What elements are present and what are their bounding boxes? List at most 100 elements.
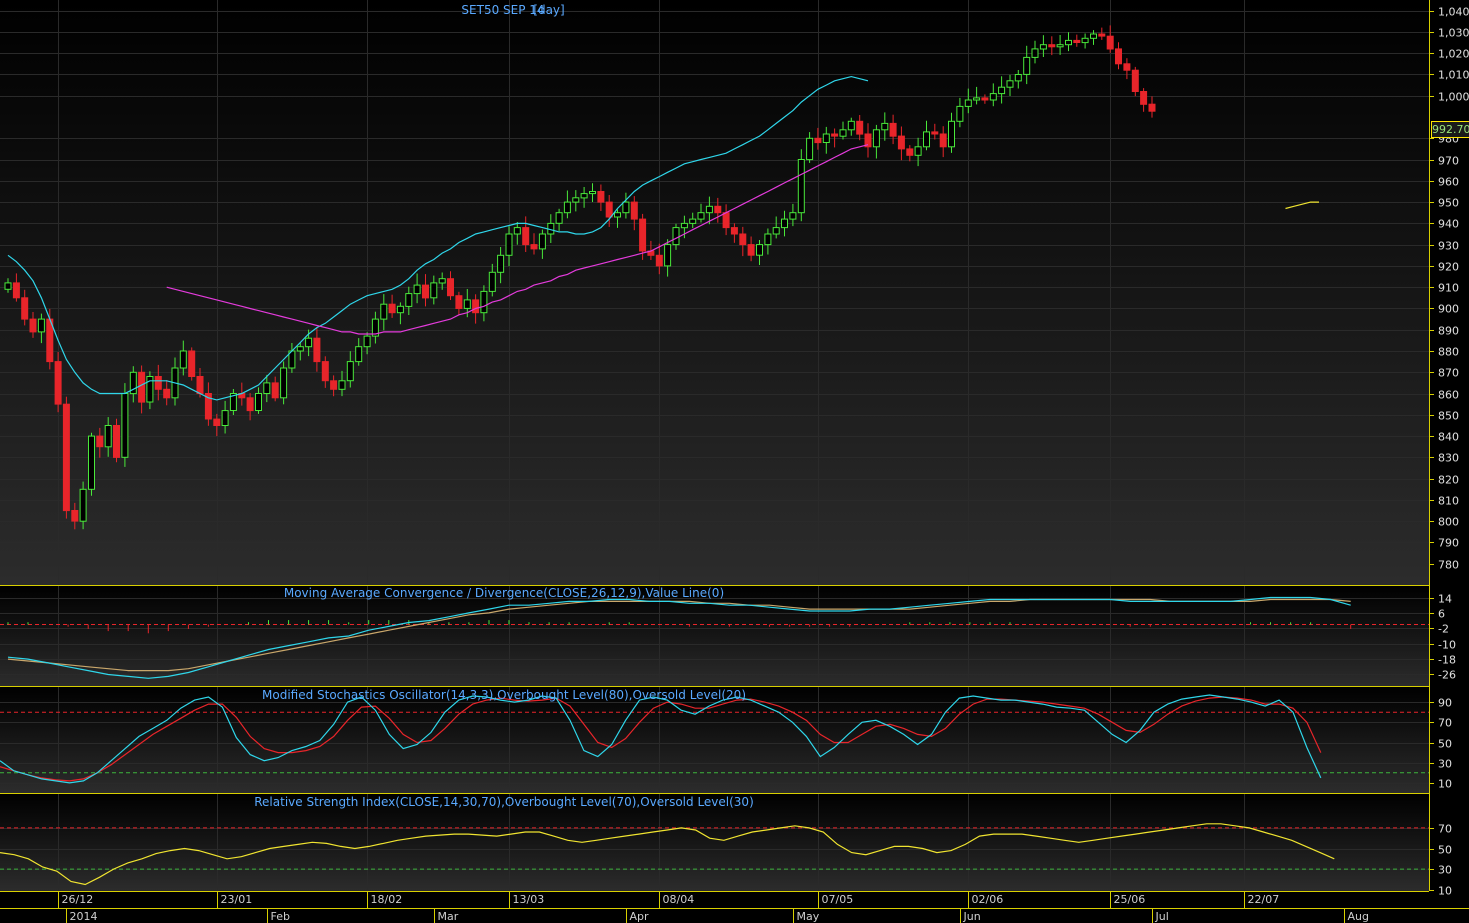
candle-body: [1081, 37, 1089, 44]
candle-body: [346, 361, 354, 382]
price-y-tick-label: 950: [1438, 197, 1459, 210]
candle-body: [1140, 91, 1148, 105]
price-y-tick-label: 960: [1438, 176, 1459, 189]
candle-body: [973, 97, 981, 101]
candle-body: [213, 418, 221, 427]
candle-body: [296, 346, 304, 352]
x-month-tick-label: Aug: [1348, 910, 1369, 923]
x-date-tick-label: 22/07: [1248, 893, 1280, 906]
candle-body: [71, 510, 79, 522]
candle-down: [62, 396, 70, 519]
candle-body: [981, 97, 989, 101]
candle-body: [730, 227, 738, 235]
candle-body: [29, 318, 37, 333]
candle-body: [563, 201, 571, 214]
macd-y-tick-label: 14: [1438, 593, 1452, 606]
x-date-tick-label: 25/06: [1114, 893, 1146, 906]
candle-body: [12, 282, 20, 299]
chart-title: SET50 SEP 14: [461, 3, 544, 17]
price-y-tick-label: 930: [1438, 240, 1459, 253]
candle-body: [79, 488, 87, 522]
candle-body: [88, 435, 95, 490]
x-date-tick-label: 26/12: [62, 893, 94, 906]
x-month-tick-label: Jun: [963, 910, 981, 923]
candle-body: [1031, 48, 1039, 58]
last-price-badge: 992.70: [1431, 121, 1469, 138]
x-month-tick-label: Mar: [438, 910, 459, 923]
candle-body: [96, 435, 104, 448]
macd-y-tick-label: -2: [1438, 623, 1449, 636]
price-y-tick-label: 790: [1438, 537, 1459, 550]
candle-body: [330, 380, 338, 390]
candle-body: [422, 284, 429, 299]
price-y-tick-label: 1,040: [1438, 6, 1469, 19]
price-y-tick-label: 820: [1438, 474, 1459, 487]
candle-up: [797, 149, 805, 222]
price-y-tick-label: 840: [1438, 431, 1459, 444]
candle-body: [488, 271, 496, 292]
candle-body: [246, 397, 254, 412]
chart-canvas: 26/12 23/01 18/02 13/03 08/04 07/05 02/06 25/06…: [0, 0, 1469, 923]
candle-body: [280, 367, 288, 399]
candle-body: [163, 388, 171, 399]
candle-body: [62, 403, 70, 512]
rsi-label: Relative Strength Index(CLOSE,14,30,70),…: [254, 795, 754, 809]
x-month-tick-label: Feb: [271, 910, 290, 923]
stochastic-y-tick-label: 70: [1438, 717, 1452, 730]
candle-body: [839, 129, 847, 137]
candle-body: [438, 278, 446, 284]
candle-body: [764, 233, 772, 246]
candle-body: [321, 361, 329, 382]
candle-down: [113, 418, 120, 463]
x-date-tick-label: 08/04: [663, 893, 695, 906]
candle-body: [480, 290, 488, 314]
candle-body: [305, 337, 313, 348]
stochastic-y-tick-label: 90: [1438, 697, 1452, 710]
candle-body: [455, 295, 463, 310]
price-y-tick-label: 1,010: [1438, 69, 1469, 82]
price-y-tick-label: 810: [1438, 495, 1459, 508]
price-y-tick-label: 970: [1438, 155, 1459, 168]
candle-body: [572, 197, 580, 203]
stochastic-y-tick-label: 50: [1438, 738, 1452, 751]
x-date-tick-label: 07/05: [822, 893, 854, 906]
x-month-tick-label: Apr: [630, 910, 650, 923]
candle-body: [154, 376, 162, 390]
candle-body: [121, 393, 129, 458]
candle-body: [948, 120, 955, 148]
price-y-tick-label: 890: [1438, 325, 1459, 338]
candle-body: [797, 159, 805, 214]
price-y-tick-label: 900: [1438, 303, 1459, 316]
rsi-y-tick-label: 50: [1438, 844, 1452, 857]
candle-body: [1065, 39, 1072, 46]
candle-body: [188, 350, 196, 377]
candle-up: [88, 432, 95, 496]
candle-body: [906, 148, 914, 156]
candle-body: [196, 376, 204, 394]
rsi-y-tick-label: 30: [1438, 864, 1452, 877]
macd-label: Moving Average Convergence / Divergence(…: [284, 586, 724, 600]
rsi-y-tick-label: 70: [1438, 823, 1452, 836]
candle-body: [338, 380, 346, 390]
candle-body: [1115, 48, 1122, 65]
candle-body: [1073, 39, 1081, 44]
candle-body: [605, 201, 613, 218]
candle-body: [1123, 63, 1131, 71]
candle-body: [1023, 56, 1031, 75]
stochastic-y-tick-label: 10: [1438, 778, 1452, 791]
candle-body: [405, 293, 413, 307]
price-y-tick-label: 850: [1438, 410, 1459, 423]
candle-body: [221, 410, 229, 427]
candle-body: [956, 105, 964, 122]
candle-body: [789, 212, 797, 220]
candle-body: [555, 212, 563, 224]
candle-body: [998, 86, 1006, 95]
candle-body: [21, 297, 29, 320]
candle-body: [1131, 69, 1139, 92]
x-date-tick-label: 13/03: [513, 893, 545, 906]
candle-body: [138, 371, 146, 403]
price-y-tick-label: 910: [1438, 282, 1459, 295]
candle-body: [1090, 33, 1097, 39]
candle-body: [881, 122, 889, 131]
candle-body: [1006, 80, 1014, 88]
